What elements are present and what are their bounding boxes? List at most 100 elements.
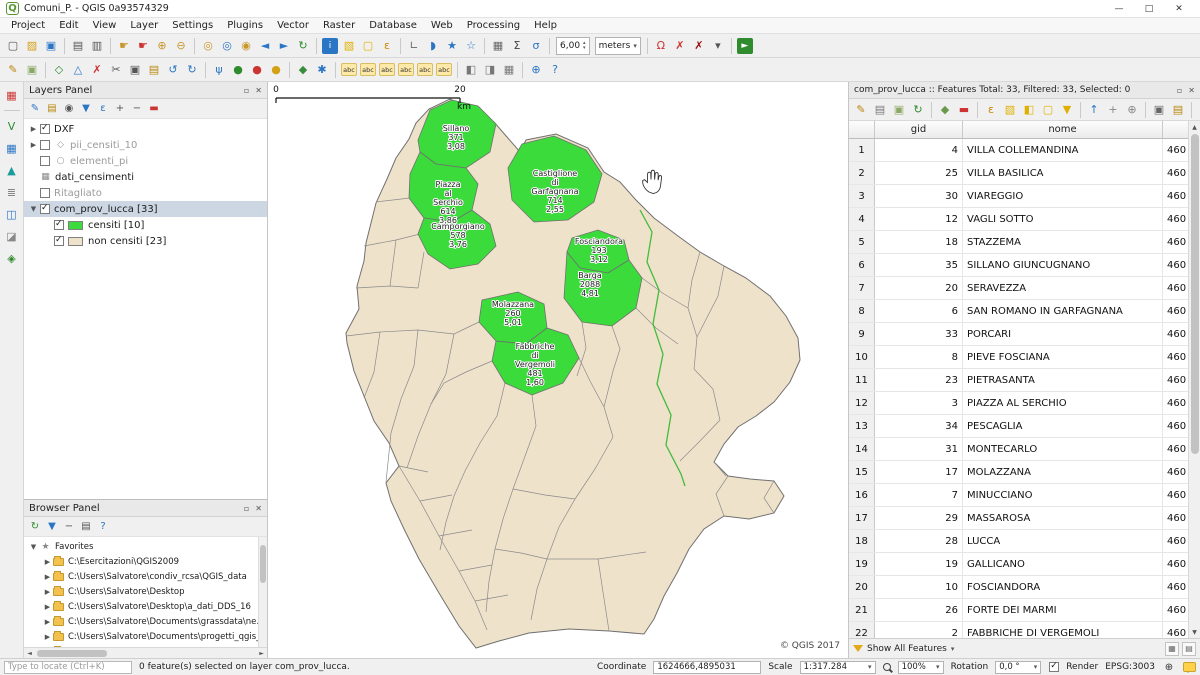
table-cell[interactable]: GALLICANO	[963, 553, 1163, 575]
attr-add-feature-icon[interactable]: ◆	[936, 101, 954, 119]
map-canvas[interactable]: Sillano3713,08PiazzaalSerchio6143,86Cast…	[268, 82, 848, 658]
visibility-checkbox[interactable]	[40, 156, 50, 166]
row-number-cell[interactable]: 16	[849, 484, 875, 506]
table-cell[interactable]: 460	[1163, 369, 1188, 391]
new-project-icon[interactable]: ▢	[4, 37, 22, 55]
table-view-icon[interactable]: ▦	[1165, 642, 1179, 656]
zoom-in-icon[interactable]: ⊕	[153, 37, 171, 55]
table-row[interactable]: 2126FORTE DEI MARMI460	[849, 599, 1188, 622]
table-cell[interactable]: PORCARI	[963, 323, 1163, 345]
help-contents-icon[interactable]: ?	[546, 61, 564, 79]
table-cell[interactable]: 460	[1163, 392, 1188, 414]
visibility-checkbox[interactable]	[54, 220, 64, 230]
table-cell[interactable]: 460	[1163, 254, 1188, 276]
visibility-checkbox[interactable]	[40, 204, 50, 214]
expander-icon[interactable]: ▶	[42, 588, 53, 596]
browser-item-fav-2[interactable]: ▶C:\Users\Salvatore\condiv_rcsa\QGIS_dat…	[24, 569, 267, 584]
redo-icon[interactable]: ↻	[183, 61, 201, 79]
menu-edit[interactable]: Edit	[52, 18, 85, 33]
attr-new-field-icon[interactable]: ▦	[1196, 101, 1200, 119]
table-cell[interactable]: MOLAZZANA	[963, 461, 1163, 483]
row-number-cell[interactable]: 13	[849, 415, 875, 437]
render-checkbox[interactable]: Render	[1048, 662, 1098, 672]
table-row[interactable]: 1431MONTECARLO460	[849, 438, 1188, 461]
visibility-checkbox[interactable]	[54, 236, 64, 246]
form-view-icon[interactable]: ▤	[1182, 642, 1196, 656]
paste-features-icon[interactable]: ▤	[145, 61, 163, 79]
attr-save-edits-icon[interactable]: ▣	[890, 101, 908, 119]
visibility-checkbox[interactable]	[40, 124, 50, 134]
row-number-cell[interactable]: 11	[849, 369, 875, 391]
table-cell[interactable]: 20	[875, 277, 963, 299]
table-row[interactable]: 1123PIETRASANTA460	[849, 369, 1188, 392]
expander-icon[interactable]: ▶	[42, 558, 53, 566]
browser-item-fav-3[interactable]: ▶C:\Users\Salvatore\Desktop	[24, 584, 267, 599]
layer-histogram-icon[interactable]: ◨	[481, 61, 499, 79]
table-cell[interactable]: 460	[1163, 530, 1188, 552]
row-number-cell[interactable]: 21	[849, 599, 875, 621]
row-number-cell[interactable]: 19	[849, 553, 875, 575]
table-cell[interactable]: FOSCIANDORA	[963, 576, 1163, 598]
deselect-features-icon[interactable]: ▢	[359, 37, 377, 55]
attr-select-all-icon[interactable]: ▧	[1001, 101, 1019, 119]
table-cell[interactable]: 460	[1163, 208, 1188, 230]
table-row[interactable]: 1828LUCCA460	[849, 530, 1188, 553]
row-number-cell[interactable]: 5	[849, 231, 875, 253]
menu-raster[interactable]: Raster	[316, 18, 362, 33]
label-abc-6-icon[interactable]: abc	[436, 63, 452, 76]
crs-globe-icon[interactable]: ⊕	[1162, 660, 1176, 674]
column-header-nome[interactable]: nome	[963, 121, 1163, 138]
add-delimited-text-icon[interactable]: ≣	[3, 183, 21, 201]
label-abc-1-icon[interactable]: abc	[341, 63, 357, 76]
attr-reload-icon[interactable]: ↻	[909, 101, 927, 119]
expander-icon[interactable]: ▼	[28, 205, 39, 213]
table-cell[interactable]: 460	[1163, 185, 1188, 207]
table-row[interactable]: 222FABBRICHE DI VERGEMOLI460	[849, 622, 1188, 638]
attr-zoom-to-selection-icon[interactable]: ⊕	[1123, 101, 1141, 119]
attr-multiedit-icon[interactable]: ▤	[871, 101, 889, 119]
measure-line-icon[interactable]: ∟	[405, 37, 423, 55]
row-number-cell[interactable]: 9	[849, 323, 875, 345]
table-cell[interactable]: 460	[1163, 553, 1188, 575]
vertex-tool-icon[interactable]: △	[69, 61, 87, 79]
undo-icon[interactable]: ↺	[164, 61, 182, 79]
table-cell[interactable]: VIAREGGIO	[963, 185, 1163, 207]
minimize-button[interactable]: —	[1104, 1, 1134, 17]
browser-filter-icon[interactable]: ▼	[44, 519, 60, 535]
pan-to-selection-icon[interactable]: ☛	[134, 37, 152, 55]
table-cell[interactable]: 460	[1163, 484, 1188, 506]
zoom-out-icon[interactable]: ⊖	[172, 37, 190, 55]
table-cell[interactable]: PIAZZA AL SERCHIO	[963, 392, 1163, 414]
add-polygon-feature-icon[interactable]: ◇	[50, 61, 68, 79]
zoom-to-layer-icon[interactable]: ◎	[218, 37, 236, 55]
attr-toggle-editing-icon[interactable]: ✎	[852, 101, 870, 119]
identify-features-icon[interactable]: i	[322, 38, 338, 54]
column-header-gid[interactable]: gid	[875, 121, 963, 138]
table-cell[interactable]: SAN ROMANO IN GARFAGNANA	[963, 300, 1163, 322]
epsg-button[interactable]: EPSG:3003	[1105, 662, 1155, 672]
row-number-cell[interactable]: 7	[849, 277, 875, 299]
table-cell[interactable]: 460	[1163, 599, 1188, 621]
browser-item-fav-4[interactable]: ▶C:\Users\Salvatore\Desktop\a_dati_DDS_1…	[24, 599, 267, 614]
layer-item-ritagliato[interactable]: Ritagliato	[24, 185, 267, 201]
label-abc-4-icon[interactable]: abc	[398, 63, 414, 76]
save-project-icon[interactable]: ▣	[42, 37, 60, 55]
float-panel-icon[interactable]: ▫	[244, 504, 249, 513]
expander-icon[interactable]: ▶	[28, 141, 39, 149]
table-cell[interactable]: 8	[875, 346, 963, 368]
table-cell[interactable]: 3	[875, 392, 963, 414]
table-cell[interactable]: 460	[1163, 576, 1188, 598]
units-combo[interactable]: meters▾	[595, 37, 641, 55]
close-panel-icon[interactable]: ✕	[255, 86, 262, 95]
plugin-b-icon[interactable]: ●	[248, 61, 266, 79]
table-cell[interactable]: 2	[875, 622, 963, 638]
layer-item-pii-censiti-10[interactable]: ▶◇pii_censiti_10	[24, 137, 267, 153]
table-cell[interactable]: 6	[875, 300, 963, 322]
new-print-layout-icon[interactable]: ▤	[69, 37, 87, 55]
osm-search-icon[interactable]: ⊕	[527, 61, 545, 79]
menu-project[interactable]: Project	[4, 18, 52, 33]
table-cell[interactable]: 460	[1163, 438, 1188, 460]
plugin-a-icon[interactable]: ●	[229, 61, 247, 79]
open-project-icon[interactable]: ▨	[23, 37, 41, 55]
menu-help[interactable]: Help	[527, 18, 564, 33]
